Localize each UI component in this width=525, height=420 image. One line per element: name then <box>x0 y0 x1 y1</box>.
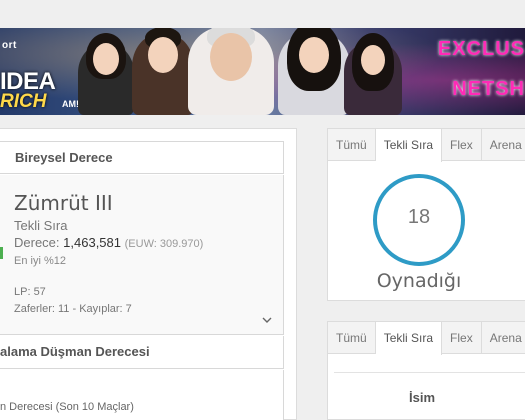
average-enemy-title: alama Düşman Derecesi <box>0 344 150 359</box>
rank-record: Zaferler: 11 - Kayıplar: 7 <box>14 303 132 315</box>
tab-all[interactable]: Tümü <box>328 129 376 161</box>
tab-solo-queue[interactable]: Tekli Sıra <box>375 129 443 162</box>
promo-banner[interactable]: ort IDEA RICH AM! EXCLUS NETSH <box>0 28 525 115</box>
ranked-header-title: Bireysel Derece <box>15 150 113 165</box>
banner-promo-line1: EXCLUS <box>437 38 525 60</box>
average-enemy-header: alama Düşman Derecesi <box>0 336 284 369</box>
column-name-label: İsim <box>409 390 436 405</box>
ranked-panel: Bireysel Derece Zümrüt III Tekli Sıra De… <box>0 128 297 420</box>
played-count: 18 <box>407 206 431 228</box>
champion-column-header: İsim <box>334 372 525 420</box>
banner-brand-am: AM! <box>62 99 79 109</box>
tab-flex[interactable]: Flex <box>442 322 482 354</box>
champion-tabs: Tümü Tekli Sıra Flex Arena <box>328 322 525 355</box>
ranked-header: Bireysel Derece <box>0 141 284 174</box>
tab-flex[interactable]: Flex <box>442 129 482 161</box>
banner-person-2 <box>132 28 194 115</box>
rank-points-value: 1,463,581 <box>63 235 121 250</box>
banner-promo-line2: NETSH <box>452 78 525 100</box>
played-panel: Tümü Tekli Sıra Flex Arena 18 Oynadığı <box>327 128 525 301</box>
rank-points: Derece: 1,463,581 (EUW: 309.970) <box>14 235 203 250</box>
played-tabs: Tümü Tekli Sıra Flex Arena <box>328 129 525 162</box>
rank-best-percent: En iyi %12 <box>14 255 66 267</box>
banner-person-4 <box>278 28 350 115</box>
rank-points-label: Derece: <box>14 235 60 250</box>
played-label: Oynadığı <box>376 270 462 292</box>
banner-person-3 <box>188 28 274 115</box>
chevron-down-icon[interactable] <box>262 315 272 325</box>
ranked-summary: Zümrüt III Tekli Sıra Derece: 1,463,581 … <box>0 175 284 335</box>
champion-panel: Tümü Tekli Sıra Flex Arena İsim <box>327 321 525 420</box>
tab-all[interactable]: Tümü <box>328 322 376 354</box>
banner-brand-rich: RICH <box>0 91 47 112</box>
rank-region: (EUW: 309.970) <box>124 238 204 250</box>
rank-emblem-edge <box>0 247 3 259</box>
average-enemy-body: n Derecesi (Son 10 Maçlar) <box>0 370 284 420</box>
banner-person-1 <box>78 33 134 115</box>
average-enemy-sub: n Derecesi (Son 10 Maçlar) <box>0 401 134 413</box>
tab-arena[interactable]: Arena <box>482 322 525 354</box>
tab-solo-queue[interactable]: Tekli Sıra <box>375 322 443 355</box>
rank-lp: LP: 57 <box>14 286 46 298</box>
rank-tier: Zümrüt III <box>14 191 113 215</box>
rank-queue: Tekli Sıra <box>14 218 68 233</box>
banner-brand-top: ort <box>2 40 17 51</box>
tab-arena[interactable]: Arena <box>482 129 525 161</box>
banner-person-5 <box>344 33 402 115</box>
